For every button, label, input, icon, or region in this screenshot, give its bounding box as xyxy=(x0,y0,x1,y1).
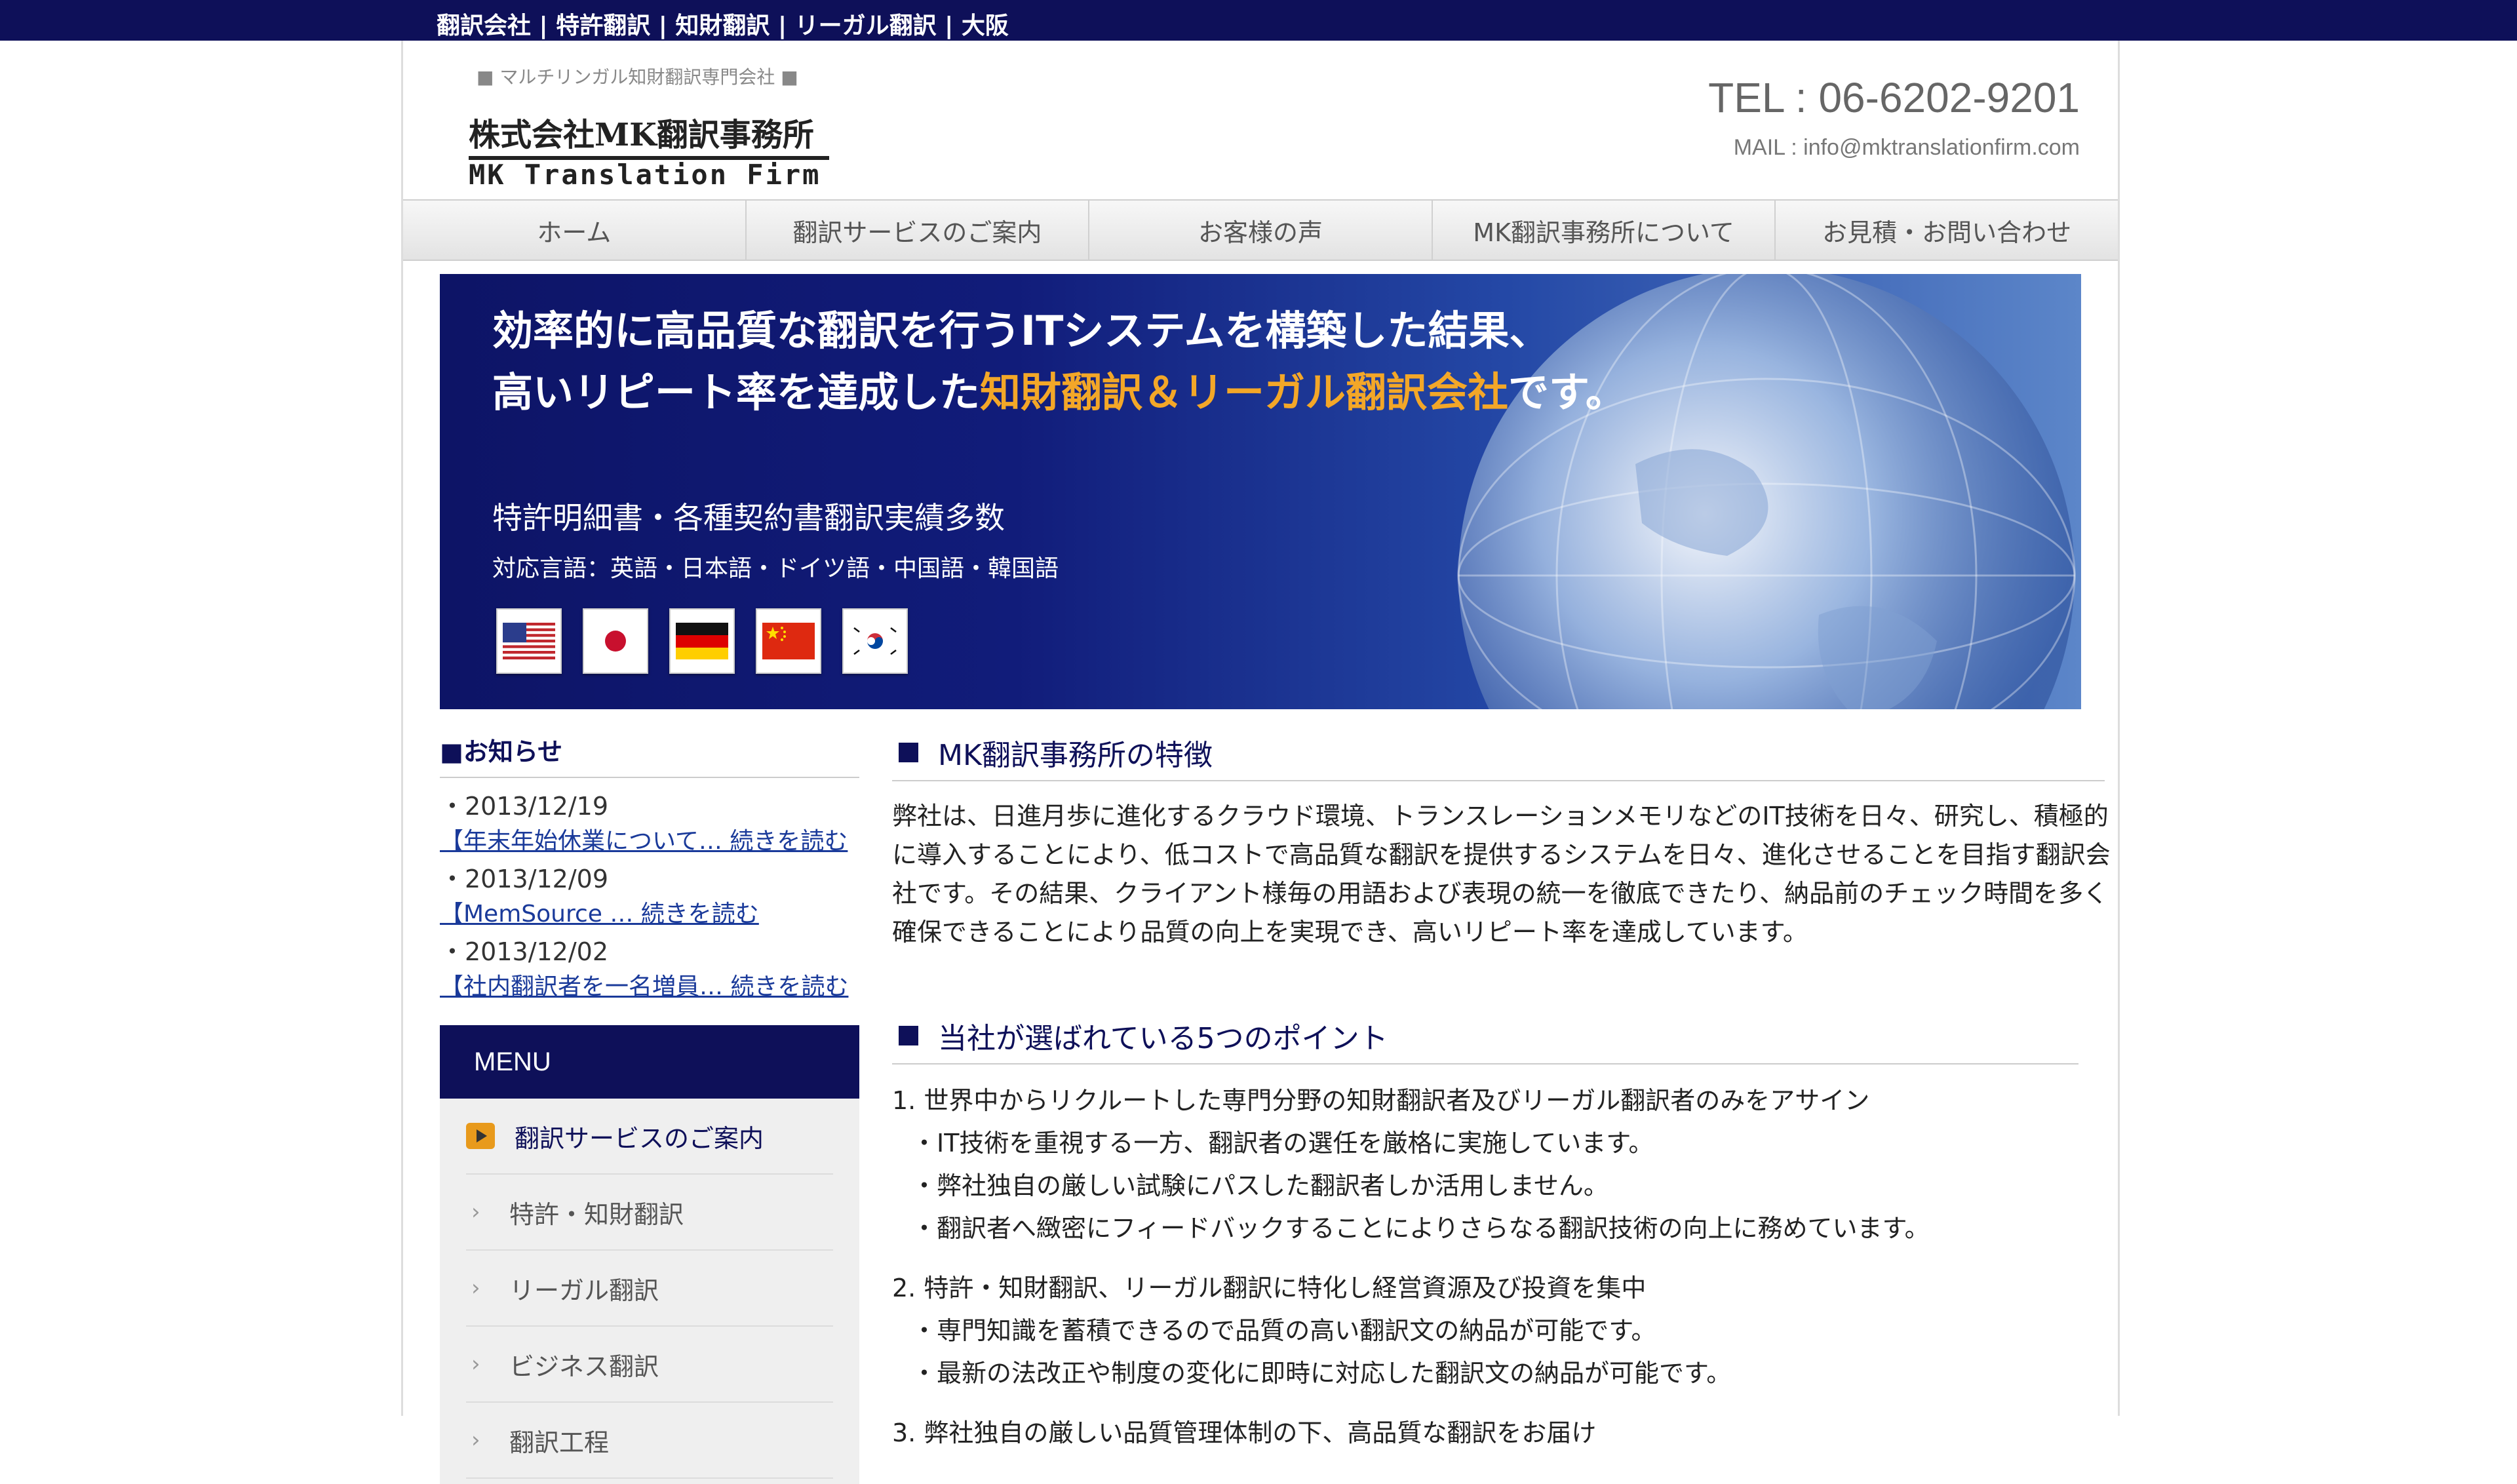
menu-item-patent[interactable]: › 特許・知財翻訳 xyxy=(466,1175,833,1251)
hero-headline-suffix: です。 xyxy=(1508,368,1626,416)
points-section-title: 当社が選ばれている5つのポイント xyxy=(892,1015,2078,1064)
point-heading: 2. 特許・知財翻訳、リーガル翻訳に特化し経営資源及び投資を集中 xyxy=(892,1274,1647,1302)
phone-number: TEL : 06-6202-9201 xyxy=(1708,74,2080,121)
news-link[interactable]: 【年末年始休業について… 続きを読む xyxy=(440,822,859,856)
news-item: ・2013/12/09 【MemSource … 続きを読む xyxy=(440,859,859,929)
email-address[interactable]: MAIL : info@mktranslationfirm.com xyxy=(1708,135,2080,161)
korea-flag-icon xyxy=(842,608,908,674)
logo-english-name: MK Translation Firm xyxy=(469,159,821,191)
news-date: ・2013/12/09 xyxy=(440,865,609,893)
sidebar: ■お知らせ ・2013/12/19 【年末年始休業について… 続きを読む ・20… xyxy=(440,732,859,1484)
menu-item-label: ビジネス翻訳 xyxy=(509,1352,659,1381)
menu-item-label: 翻訳サービスのご案内 xyxy=(515,1123,764,1153)
feature-body: 弊社は、日進月歩に進化するクラウド環境、トランスレーションメモリなどのIT技術を… xyxy=(892,802,2111,947)
us-flag-icon xyxy=(496,608,562,674)
menu-item-label: 翻訳工程 xyxy=(509,1428,610,1457)
nav-contact[interactable]: お見積・お問い合わせ xyxy=(1776,201,2118,260)
chevron-right-icon: › xyxy=(471,1351,480,1377)
germany-flag-icon xyxy=(669,608,735,674)
news-list: ・2013/12/19 【年末年始休業について… 続きを読む ・2013/12/… xyxy=(440,786,859,1002)
points-title-text: 当社が選ばれている5つのポイント xyxy=(938,1022,1388,1055)
contact-info: TEL : 06-6202-9201 MAIL : info@mktransla… xyxy=(1708,73,2080,161)
point-bullet: ・専門知識を蓄積できるので品質の高い翻訳文の納品が可能です。 xyxy=(912,1316,1656,1345)
menu-item-services[interactable]: 翻訳サービスのご案内 xyxy=(466,1099,833,1175)
feature-title-text: MK翻訳事務所の特徴 xyxy=(938,739,1213,772)
chevron-right-icon: › xyxy=(471,1275,480,1301)
news-title: ■お知らせ xyxy=(440,732,859,778)
point-bullet: ・弊社独自の厳しい試験にパスした翻訳者しか活用しません。 xyxy=(912,1171,1609,1200)
hero-headline-line1: 効率的に高品質な翻訳を行うITシステムを構築した結果、 xyxy=(492,307,1550,355)
chevron-right-icon: › xyxy=(471,1427,480,1453)
news-item: ・2013/12/02 【社内翻訳者を一名増員… 続きを読む xyxy=(440,931,859,1002)
point-bullet: ・翻訳者へ緻密にフィードバックすることによりさらなる翻訳技術の向上に務めています… xyxy=(912,1214,1930,1243)
main-content: MK翻訳事務所の特徴 弊社は、日進月歩に進化するクラウド環境、トランスレーション… xyxy=(892,732,2111,1449)
menu-item-legal[interactable]: › リーガル翻訳 xyxy=(466,1251,833,1327)
hero-languages: 対応言語：英語・日本語・ドイツ語・中国語・韓国語 xyxy=(492,555,1059,582)
logo-company-name: 株式会社MK翻訳事務所 xyxy=(469,117,814,153)
point-heading: 3. 弊社独自の厳しい品質管理体制の下、高品質な翻訳をお届け xyxy=(892,1418,1597,1447)
menu-title: MENU xyxy=(440,1025,859,1099)
hero-headline-prefix: 高いリピート率を達成した xyxy=(492,368,981,416)
point-heading: 1. 世界中からリクルートした専門分野の知財翻訳者及びリーガル翻訳者のみをアサイ… xyxy=(892,1086,1870,1115)
nav-services[interactable]: 翻訳サービスのご案内 xyxy=(747,201,1090,260)
nav-about[interactable]: MK翻訳事務所について xyxy=(1433,201,1776,260)
news-date: ・2013/12/02 xyxy=(440,937,609,966)
news-item: ・2013/12/19 【年末年始休業について… 続きを読む xyxy=(440,786,859,856)
news-link[interactable]: 【MemSource … 続きを読む xyxy=(440,895,859,929)
global-nav: ホーム 翻訳サービスのご案内 お客様の声 MK翻訳事務所について お見積・お問い… xyxy=(403,199,2118,261)
nav-testimonials[interactable]: お客様の声 xyxy=(1089,201,1433,260)
play-icon xyxy=(466,1123,495,1149)
hero-subtitle: 特許明細書・各種契約書翻訳実績多数 xyxy=(492,500,1005,536)
hero-banner: 効率的に高品質な翻訳を行うITシステムを構築した結果、 高いリピート率を達成した… xyxy=(440,274,2081,709)
nav-home[interactable]: ホーム xyxy=(403,201,747,260)
flag-row xyxy=(496,608,908,674)
site-logo[interactable]: ■ マルチリンガル知財翻訳専門会社 ■ 株式会社MK翻訳事務所 MK Trans… xyxy=(469,59,836,203)
top-bar: 翻訳会社 | 特許翻訳 | 知財翻訳 | リーガル翻訳 | 大阪 xyxy=(0,0,2517,41)
square-bullet-icon xyxy=(899,1026,918,1045)
feature-section-title: MK翻訳事務所の特徴 xyxy=(892,732,2105,781)
logo-tagline: ■ マルチリンガル知財翻訳専門会社 ■ xyxy=(477,66,798,88)
point-bullet: ・最新の法改正や制度の変化に即時に対応した翻訳文の納品が可能です。 xyxy=(912,1359,1732,1388)
square-bullet-icon xyxy=(899,743,918,762)
menu-item-business[interactable]: › ビジネス翻訳 xyxy=(466,1327,833,1403)
hero-headline-line2: 高いリピート率を達成した知財翻訳＆リーガル翻訳会社です。 xyxy=(492,359,1626,418)
menu-item-label: リーガル翻訳 xyxy=(509,1276,659,1305)
news-link[interactable]: 【社内翻訳者を一名増員… 続きを読む xyxy=(440,967,859,1002)
page-container: ■ マルチリンガル知財翻訳専門会社 ■ 株式会社MK翻訳事務所 MK Trans… xyxy=(401,41,2120,1484)
side-menu: MENU 翻訳サービスのご案内 › 特許・知財翻訳 › リーガル翻訳 › ビジネ… xyxy=(440,1025,859,1484)
hero-headline-highlight: 知財翻訳＆リーガル翻訳会社 xyxy=(980,368,1509,416)
news-date: ・2013/12/19 xyxy=(440,792,609,821)
point-bullet: ・IT技術を重視する一方、翻訳者の選任を厳格に実施しています。 xyxy=(912,1129,1654,1158)
japan-flag-icon xyxy=(583,608,648,674)
menu-item-label: 特許・知財翻訳 xyxy=(509,1200,684,1229)
china-flag-icon xyxy=(756,608,821,674)
top-bar-keywords: 翻訳会社 | 特許翻訳 | 知財翻訳 | リーガル翻訳 | 大阪 xyxy=(437,12,1009,39)
chevron-right-icon: › xyxy=(471,1199,480,1225)
menu-item-process[interactable]: › 翻訳工程 xyxy=(466,1403,833,1479)
